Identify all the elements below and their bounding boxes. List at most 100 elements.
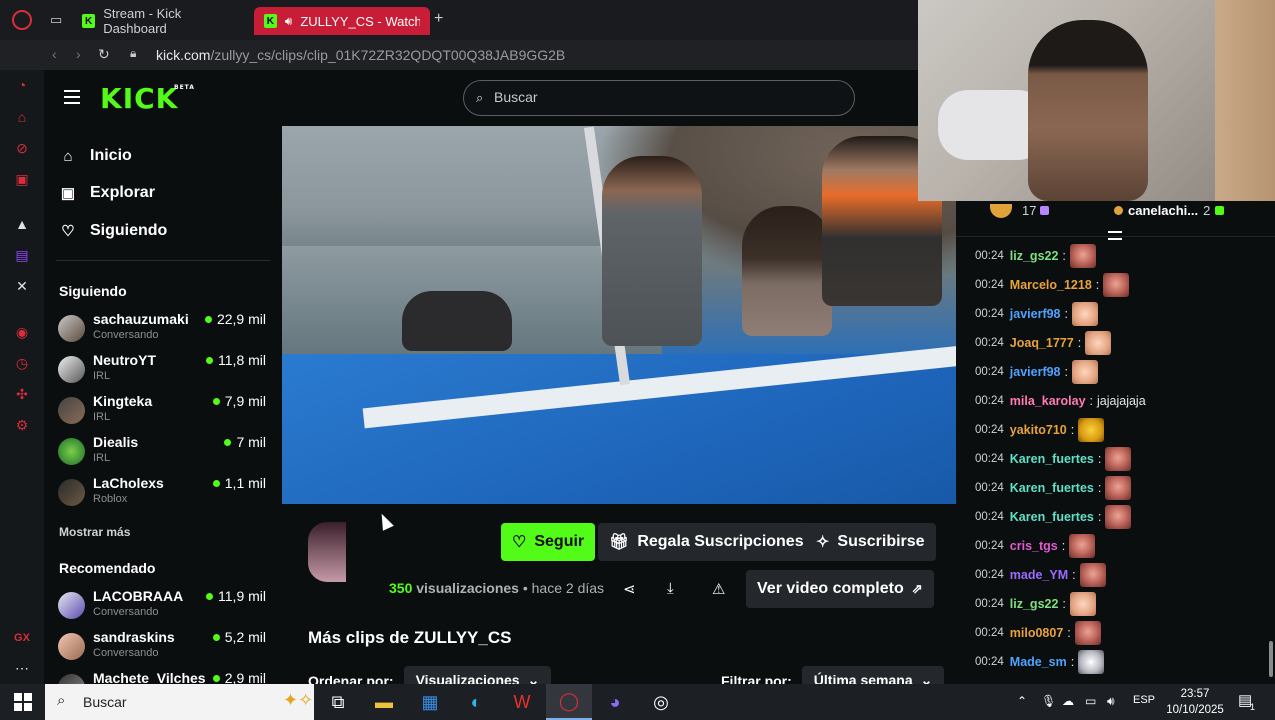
chat-username[interactable]: Karen_fuertes (1010, 510, 1094, 524)
tab-clip[interactable]: K 🔊︎ ZULLYY_CS - Watch c (254, 7, 430, 35)
recommended-channel[interactable]: Machete_Vilches 2,9 mil (58, 670, 266, 684)
chat-scrollbar[interactable] (1269, 641, 1273, 677)
chat-username[interactable]: Karen_fuertes (1010, 481, 1094, 495)
full-video-button[interactable]: Ver video completo ⇗ (746, 570, 934, 608)
player-icon[interactable]: ◉ (12, 322, 32, 342)
extensions-icon[interactable]: ✣ (12, 384, 32, 404)
opera-taskbar-icon[interactable]: ◯ (546, 684, 592, 720)
chat-emote-icon[interactable] (1105, 505, 1132, 529)
gx-icon[interactable]: GX (12, 628, 32, 648)
settings-icon[interactable]: ⚙ (12, 415, 32, 435)
volume-icon[interactable]: 🔊︎ (1107, 694, 1115, 709)
follow-button[interactable]: ♡ Seguir (501, 523, 596, 561)
network-icon[interactable]: ▭ (1085, 694, 1096, 708)
chat-separator: : (1070, 423, 1075, 437)
more-icon[interactable]: ⋯ (12, 658, 32, 678)
tab-switcher-icon[interactable]: ▭ (50, 12, 62, 28)
nav-following[interactable]: ♡ Siguiendo (60, 222, 167, 240)
twitch-icon[interactable]: ▤ (12, 245, 32, 265)
tab-dashboard[interactable]: K Stream - Kick Dashboard (72, 6, 250, 36)
store-icon[interactable]: ▦ (407, 684, 453, 720)
search-input[interactable] (494, 89, 834, 105)
following-channel[interactable]: NeutroYT IRL 11,8 mil (58, 352, 266, 388)
chat-username[interactable]: Joaq_1777 (1010, 336, 1074, 350)
subscribe-button[interactable]: ✧ Suscribirse (805, 523, 936, 561)
forward-icon[interactable]: › (76, 46, 81, 62)
tray-expand-icon[interactable]: ⌃ (1017, 694, 1027, 708)
menu-icon[interactable] (64, 90, 80, 104)
cloud-icon[interactable]: ☁ (1062, 694, 1074, 708)
nav-explore[interactable]: ▣ Explorar (60, 184, 155, 202)
edge-icon[interactable]: ◐ (453, 684, 499, 720)
chat-emote-icon[interactable] (1072, 302, 1098, 326)
show-more-link[interactable]: Mostrar más (59, 525, 130, 539)
chat-timestamp: 00:24 (975, 482, 1004, 494)
kick-logo[interactable]: KICK BETA (100, 82, 194, 115)
discord-icon[interactable]: ◕ (592, 684, 638, 720)
opera-menu-icon[interactable] (12, 10, 32, 30)
chat-emote-icon[interactable] (1074, 621, 1101, 645)
recommended-channel[interactable]: LACOBRAAA Conversando 11,9 mil (58, 588, 266, 624)
chat-emote-icon[interactable] (1103, 273, 1130, 297)
chat-emote-icon[interactable] (1069, 244, 1096, 268)
clip-video-player[interactable] (282, 126, 956, 504)
chat-username[interactable]: mila_karolay (1010, 394, 1086, 408)
share-icon[interactable]: ⋖ (623, 580, 636, 598)
chat-username[interactable]: Karen_fuertes (1010, 452, 1094, 466)
chat-emote-icon[interactable] (1079, 563, 1106, 587)
chat-username[interactable]: yakito710 (1010, 423, 1067, 437)
history-icon[interactable]: ◷ (12, 353, 32, 373)
chat-emote-icon[interactable] (1105, 476, 1132, 500)
expand-icon[interactable] (1108, 231, 1122, 240)
download-icon[interactable]: ⤓ (667, 580, 674, 597)
following-channel[interactable]: Kingteka IRL 7,9 mil (58, 393, 266, 429)
chat-emote-icon[interactable] (1069, 534, 1096, 558)
chat-emote-icon[interactable] (1069, 592, 1096, 616)
chat-emote-icon[interactable] (1085, 331, 1112, 355)
speaker-icon[interactable]: 🔊︎ (285, 14, 293, 29)
following-channel[interactable]: LaCholexs Roblox 1,1 mil (58, 475, 266, 511)
windows-start-icon[interactable] (14, 693, 32, 711)
chat-username[interactable]: liz_gs22 (1010, 249, 1059, 263)
chat-emote-icon[interactable] (1078, 650, 1105, 674)
nav-home[interactable]: ⌂ Inicio (60, 147, 131, 165)
chat-emote-icon[interactable] (1072, 360, 1098, 384)
microphone-icon[interactable]: 🎙︎ (1041, 694, 1056, 708)
slash-icon[interactable]: ⊘ (12, 138, 32, 158)
url-field[interactable]: kick.com/zullyy_cs/clips/clip_01K72ZR32Q… (156, 47, 565, 63)
chat-username[interactable]: cris_tgs (1010, 539, 1058, 553)
obs-icon[interactable]: ◎ (638, 684, 684, 720)
report-icon[interactable]: ⚠ (712, 580, 725, 598)
chat-username[interactable]: Marcelo_1218 (1010, 278, 1092, 292)
following-channel[interactable]: sachauzumaki Conversando 22,9 mil (58, 311, 266, 347)
messenger-icon[interactable]: ▣ (12, 169, 32, 189)
kick-sidebar-icon[interactable]: ▲ (12, 214, 32, 234)
bag-icon[interactable]: ⌂ (12, 107, 32, 127)
x-icon[interactable]: ✕ (12, 276, 32, 296)
taskbar-clock[interactable]: 23:57 10/10/2025 (1160, 686, 1230, 718)
leaderboard-entry[interactable]: canelachi... 2 (1114, 203, 1225, 218)
taskbar-search[interactable]: ⌕ Buscar ✦✧ (45, 684, 314, 720)
task-view-icon[interactable]: ⧉ (315, 684, 361, 720)
gift-subs-button[interactable]: 🎁︎ Regala Suscripciones (598, 523, 815, 561)
chat-emote-icon[interactable] (1078, 418, 1105, 442)
back-icon[interactable]: ‹ (52, 46, 57, 62)
recommended-channel[interactable]: sandraskins Conversando 5,2 mil (58, 629, 266, 665)
wps-icon[interactable]: W (499, 684, 545, 720)
leaderboard-entry[interactable]: 17 (1022, 203, 1050, 218)
chat-username[interactable]: javierf98 (1010, 307, 1061, 321)
reload-icon[interactable]: ↻ (98, 46, 110, 63)
file-explorer-icon[interactable]: ▬ (361, 684, 407, 720)
chat-emote-icon[interactable] (1105, 447, 1132, 471)
chat-username[interactable]: javierf98 (1010, 365, 1061, 379)
new-tab-icon[interactable]: + (434, 10, 443, 28)
chat-username[interactable]: made_YM (1010, 568, 1068, 582)
chat-username[interactable]: Made_sm (1010, 655, 1067, 669)
search-box[interactable]: ⌕ (463, 80, 855, 116)
language-indicator[interactable]: ESP (1133, 694, 1155, 706)
chat-username[interactable]: milo0807 (1010, 626, 1064, 640)
creator-avatar[interactable] (308, 522, 346, 582)
aria-icon[interactable]: ◔ (12, 75, 32, 95)
chat-username[interactable]: liz_gs22 (1010, 597, 1059, 611)
following-channel[interactable]: Diealis IRL 7 mil (58, 434, 266, 470)
